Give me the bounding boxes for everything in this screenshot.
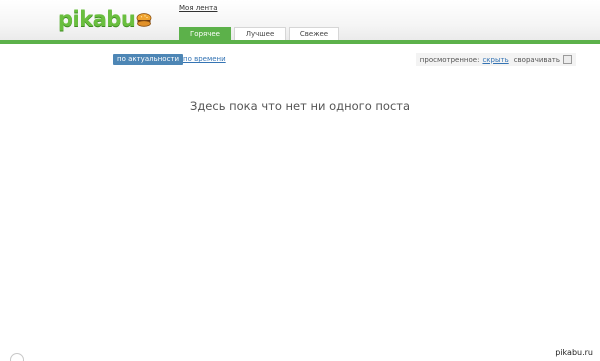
empty-feed-message: Здесь пока что нет ни одного поста xyxy=(189,99,411,113)
site-logo[interactable]: pikabu xyxy=(58,6,152,32)
corner-circle-icon xyxy=(10,353,24,361)
watermark: pikabu.ru xyxy=(555,348,593,357)
logo-text: pikabu xyxy=(58,7,136,31)
viewed-controls: просмотренное: скрыть сворачивать xyxy=(415,53,576,66)
tab-fresh[interactable]: Свежее xyxy=(289,27,339,40)
page: pikabu Моя лента Горячее Лучшее Свежее п… xyxy=(0,0,600,361)
header: pikabu Моя лента Горячее Лучшее Свежее xyxy=(0,0,600,42)
tab-hot[interactable]: Горячее xyxy=(179,27,231,40)
sort-by-time-link[interactable]: по времени xyxy=(183,54,226,65)
collapse-checkbox[interactable] xyxy=(563,55,572,64)
my-feed-link[interactable]: Моя лента xyxy=(179,4,217,12)
feed-tabs: Горячее Лучшее Свежее xyxy=(179,27,339,40)
sort-by-relevance-button[interactable]: по актуальности xyxy=(113,54,184,65)
collapse-label: сворачивать xyxy=(513,55,560,64)
header-divider xyxy=(0,40,600,44)
hide-viewed-link[interactable]: скрыть xyxy=(482,56,508,64)
tab-best[interactable]: Лучшее xyxy=(234,27,286,40)
burger-icon xyxy=(136,12,152,27)
viewed-label: просмотренное: xyxy=(419,55,480,64)
